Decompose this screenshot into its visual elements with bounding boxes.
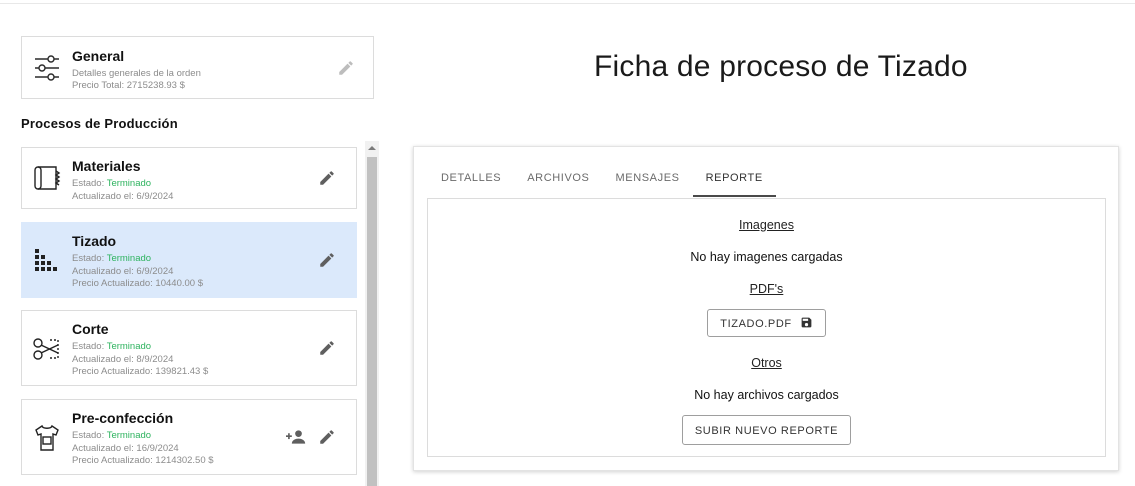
process-updated: Actualizado el: 6/9/2024 — [72, 191, 174, 202]
process-list: Materiales Estado: Terminado Actualizado… — [21, 141, 357, 486]
general-title: General — [72, 48, 125, 64]
others-empty-message: No hay archivos cargados — [694, 388, 839, 402]
process-title: Materiales — [72, 158, 141, 174]
upload-report-button[interactable]: Subir nuevo reporte — [681, 415, 852, 445]
pencil-icon[interactable] — [318, 169, 336, 187]
tab-bar: Detalles Archivos Mensajes Reporte — [428, 161, 776, 197]
pencil-icon[interactable] — [337, 59, 355, 77]
process-status: Estado: Terminado — [72, 341, 152, 352]
report-content: Imagenes No hay imagenes cargadas PDF's … — [427, 198, 1106, 457]
status-value: Terminado — [106, 253, 152, 264]
process-status: Estado: Terminado — [72, 178, 152, 189]
save-icon — [801, 317, 812, 328]
scroll-up-arrow-icon[interactable] — [365, 141, 379, 155]
images-empty-message: No hay imagenes cargadas — [690, 250, 843, 264]
process-updated: Actualizado el: 8/9/2024 — [72, 354, 174, 365]
pdf-file-label: TIZADO.PDF — [720, 318, 792, 330]
process-updated: Actualizado el: 16/9/2024 — [72, 443, 179, 454]
general-subtitle: Detalles generales de la orden — [72, 68, 201, 79]
process-title: Corte — [72, 321, 109, 337]
process-status: Estado: Terminado — [72, 430, 152, 441]
pencil-icon[interactable] — [318, 339, 336, 357]
pdf-file-button[interactable]: TIZADO.PDF — [707, 309, 826, 337]
scrollbar-thumb[interactable] — [367, 157, 377, 486]
process-price: Precio Actualizado: 1214302.50 $ — [72, 455, 214, 466]
process-list-scrollbar[interactable] — [365, 141, 379, 486]
general-total: Precio Total: 2715238.93 $ — [72, 80, 185, 91]
add-user-icon[interactable] — [286, 428, 306, 446]
process-title: Pre-confección — [72, 410, 174, 426]
process-panel: Detalles Archivos Mensajes Reporte Image… — [413, 146, 1119, 471]
tab-mensajes[interactable]: Mensajes — [603, 161, 693, 197]
process-status: Estado: Terminado — [72, 253, 152, 264]
status-value: Terminado — [106, 178, 152, 189]
pencil-icon[interactable] — [318, 428, 336, 446]
process-item-tizado[interactable]: Tizado Estado: Terminado Actualizado el:… — [21, 222, 357, 298]
process-price: Precio Actualizado: 10440.00 $ — [72, 278, 203, 289]
status-value: Terminado — [106, 341, 152, 352]
scissors-icon — [33, 338, 59, 360]
pdfs-heading: PDF's — [749, 282, 784, 296]
others-heading: Otros — [751, 356, 782, 370]
images-heading: Imagenes — [739, 218, 794, 232]
status-value: Terminado — [106, 430, 152, 441]
process-item-pre-confeccion[interactable]: Pre-confección Estado: Terminado Actuali… — [21, 399, 357, 475]
tab-archivos[interactable]: Archivos — [514, 161, 602, 197]
process-item-corte[interactable]: Corte Estado: Terminado Actualizado el: … — [21, 310, 357, 386]
fabric-roll-icon — [34, 166, 61, 190]
process-title: Tizado — [72, 233, 117, 249]
tab-detalles[interactable]: Detalles — [428, 161, 514, 197]
shirt-icon — [35, 424, 59, 451]
production-processes-heading: Procesos de Producción — [21, 116, 178, 131]
marker-layout-icon — [35, 249, 57, 271]
page-title: Ficha de proceso de Tizado — [594, 50, 968, 83]
process-price: Precio Actualizado: 139821.43 $ — [72, 366, 209, 377]
process-item-materiales[interactable]: Materiales Estado: Terminado Actualizado… — [21, 147, 357, 209]
process-updated: Actualizado el: 6/9/2024 — [72, 266, 174, 277]
general-card[interactable]: General Detalles generales de la orden P… — [21, 36, 374, 99]
pencil-icon[interactable] — [318, 251, 336, 269]
tab-reporte[interactable]: Reporte — [692, 161, 776, 197]
sliders-icon — [35, 55, 59, 81]
top-divider — [0, 3, 1135, 4]
